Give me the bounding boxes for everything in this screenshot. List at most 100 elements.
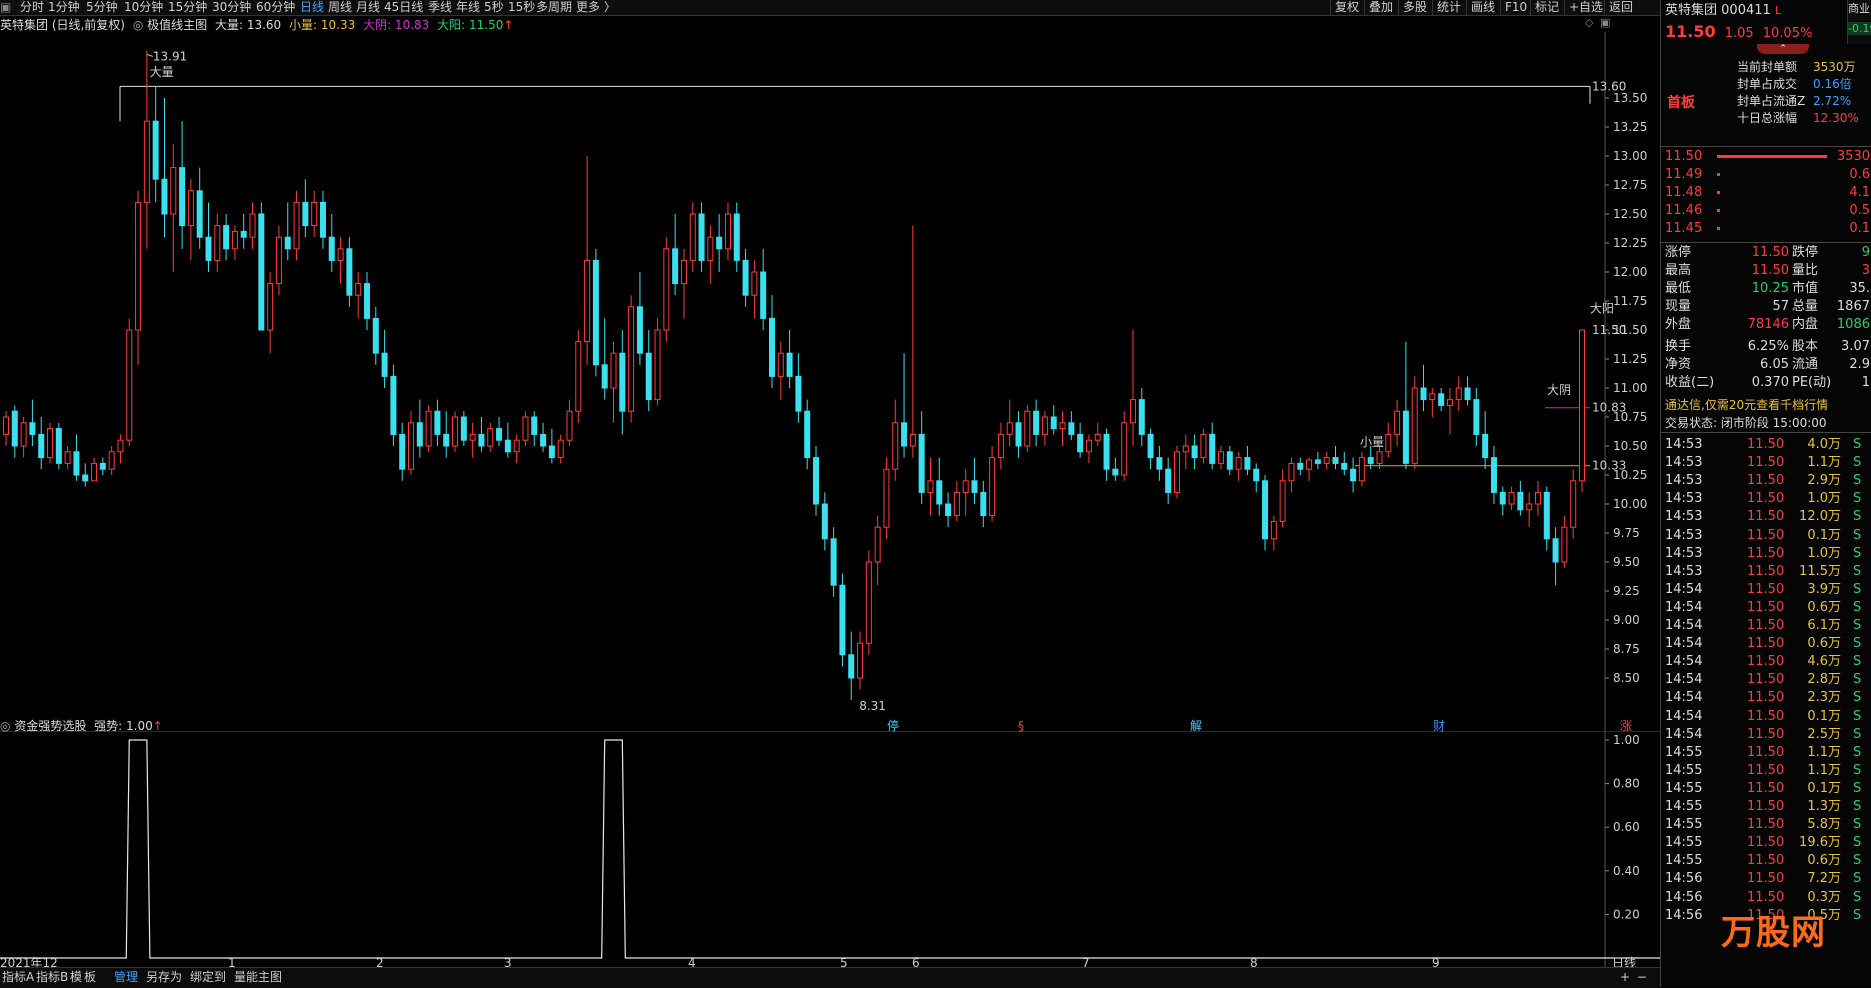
candle[interactable] <box>408 411 415 475</box>
candle[interactable] <box>901 353 908 458</box>
candle[interactable] <box>1473 388 1480 446</box>
candle[interactable] <box>337 237 344 284</box>
candle[interactable] <box>724 202 731 261</box>
candle[interactable] <box>795 353 802 423</box>
candle[interactable] <box>1077 422 1084 458</box>
period-tab[interactable]: 15秒 <box>508 0 535 15</box>
candle[interactable] <box>1033 399 1040 446</box>
candle[interactable] <box>223 214 230 261</box>
bottom-tab[interactable]: 另存为 <box>146 968 182 986</box>
candle[interactable] <box>152 86 159 203</box>
candle[interactable] <box>1006 399 1013 446</box>
candle[interactable] <box>1385 422 1392 458</box>
candle[interactable] <box>1165 457 1172 504</box>
candle[interactable] <box>980 480 987 528</box>
candle[interactable] <box>1121 411 1128 481</box>
candle[interactable] <box>1561 515 1568 568</box>
candle[interactable] <box>707 225 714 284</box>
candle[interactable] <box>73 434 80 481</box>
candle[interactable] <box>557 434 564 464</box>
event-mark[interactable]: 解 <box>1190 719 1202 732</box>
candle[interactable] <box>1552 527 1559 586</box>
tick-row[interactable]: 14:53 11.50 4.0万 S <box>1661 436 1871 454</box>
candle[interactable] <box>768 295 775 388</box>
candle[interactable] <box>1438 388 1445 412</box>
candle[interactable] <box>848 631 855 701</box>
candle[interactable] <box>328 214 335 272</box>
candle[interactable] <box>1244 446 1251 475</box>
candle[interactable] <box>1482 411 1489 470</box>
candle[interactable] <box>99 457 106 475</box>
candle[interactable] <box>865 550 872 655</box>
toolbar-button[interactable]: 复权 <box>1330 0 1363 15</box>
tick-row[interactable]: 14:54 11.50 3.9万 S <box>1661 581 1871 599</box>
tick-row[interactable]: 14:54 11.50 6.1万 S <box>1661 617 1871 635</box>
candle[interactable] <box>117 434 124 464</box>
candle[interactable] <box>11 405 18 458</box>
tick-row[interactable]: 14:53 11.50 12.0万 S <box>1661 508 1871 526</box>
tick-row[interactable]: 14:55 11.50 1.1万 S <box>1661 762 1871 780</box>
candle[interactable] <box>628 295 635 423</box>
candle[interactable] <box>390 364 397 446</box>
candle[interactable] <box>909 225 916 458</box>
candle[interactable] <box>689 202 696 272</box>
candle[interactable] <box>126 318 133 446</box>
chart-maximize-icon[interactable]: ▣ <box>1600 16 1610 29</box>
candle[interactable] <box>1173 446 1180 499</box>
candle[interactable] <box>143 50 150 249</box>
candle[interactable] <box>267 272 274 354</box>
candle[interactable] <box>1455 376 1462 412</box>
candle[interactable] <box>1508 486 1515 510</box>
candle[interactable] <box>249 202 256 249</box>
candle[interactable] <box>945 492 952 528</box>
candle[interactable] <box>1182 434 1189 470</box>
candle[interactable] <box>813 446 820 516</box>
panel-stock-name[interactable]: 英特集团 <box>1665 3 1717 18</box>
bid-row[interactable]: 11.50 3530 <box>1661 148 1871 166</box>
period-tab[interactable]: 60分钟 <box>256 0 295 15</box>
toolbar-menu-icon[interactable]: ▣ <box>0 0 11 15</box>
candle[interactable] <box>1218 446 1225 470</box>
candle[interactable] <box>601 318 608 400</box>
indicator-toggle-icon[interactable]: ◎ <box>133 18 143 32</box>
candle[interactable] <box>469 422 476 458</box>
tick-row[interactable]: 14:55 11.50 0.6万 S <box>1661 852 1871 870</box>
tick-row[interactable]: 14:53 11.50 0.1万 S <box>1661 527 1871 545</box>
candle[interactable] <box>997 422 1004 470</box>
candle[interactable] <box>460 411 467 446</box>
candle[interactable] <box>777 341 784 400</box>
candle[interactable] <box>1297 457 1304 475</box>
sub-indicator-toggle-icon[interactable]: ◎ <box>0 719 10 733</box>
candle[interactable] <box>1534 480 1541 516</box>
candle[interactable] <box>1085 434 1092 464</box>
event-mark[interactable]: § <box>1018 719 1024 732</box>
period-tab[interactable]: 45日线 <box>384 0 423 15</box>
candle[interactable] <box>821 492 828 551</box>
period-tab[interactable]: 更多 〉 <box>576 0 616 15</box>
candle[interactable] <box>108 446 115 475</box>
candle[interactable] <box>989 446 996 522</box>
candle[interactable] <box>1262 475 1269 551</box>
candle[interactable] <box>1209 422 1216 470</box>
candle[interactable] <box>760 248 767 330</box>
candle[interactable] <box>892 399 899 481</box>
candle[interactable] <box>240 214 247 249</box>
candle[interactable] <box>478 417 485 452</box>
candle[interactable] <box>1156 446 1163 481</box>
main-indicator-name[interactable]: 极值线主图 <box>147 18 207 32</box>
candle[interactable] <box>381 330 388 388</box>
candle[interactable] <box>680 248 687 319</box>
toolbar-button[interactable]: 标记 <box>1530 0 1563 15</box>
bottom-tab[interactable]: 指标B <box>36 968 68 986</box>
candle[interactable] <box>1570 469 1577 539</box>
candle[interactable] <box>1112 457 1119 481</box>
candle[interactable] <box>619 330 626 435</box>
candle[interactable] <box>1015 411 1022 458</box>
candle[interactable] <box>1579 329 1585 493</box>
bid-row[interactable]: 11.49 0.6 <box>1661 166 1871 184</box>
candle[interactable] <box>1050 405 1057 435</box>
toolbar-button[interactable]: 叠加 <box>1364 0 1397 15</box>
add-window-icon[interactable]: + <box>1620 968 1630 986</box>
candle[interactable] <box>1306 457 1313 481</box>
period-tab[interactable]: 10分钟 <box>124 0 163 15</box>
